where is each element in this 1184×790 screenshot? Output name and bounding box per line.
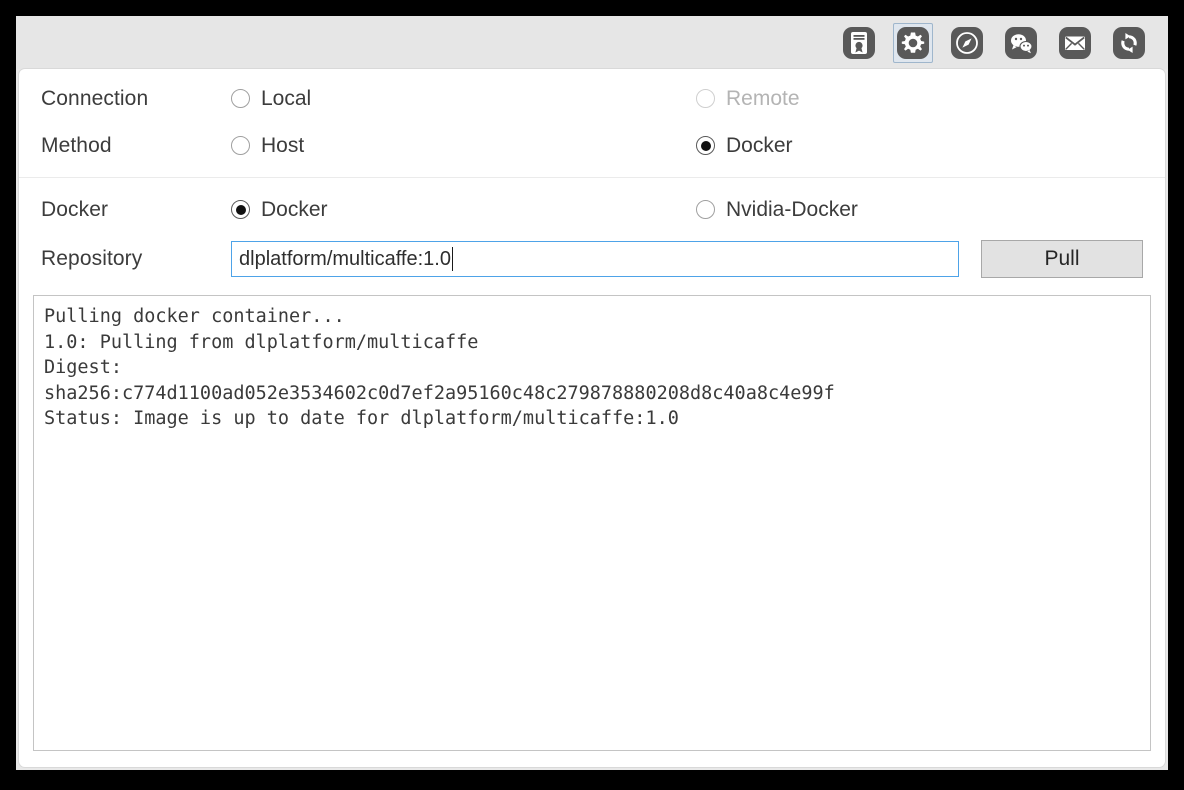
- radio-method-docker[interactable]: [696, 136, 715, 155]
- method-option-host[interactable]: Host: [231, 134, 696, 158]
- radio-method-docker-label: Docker: [726, 134, 793, 158]
- radio-docker-label: Docker: [261, 198, 328, 222]
- connection-label: Connection: [41, 87, 231, 111]
- repository-input[interactable]: dlplatform/multicaffe:1.0: [231, 241, 959, 277]
- connection-option-local[interactable]: Local: [231, 87, 696, 111]
- gear-icon: [896, 26, 930, 60]
- connection-option-remote: Remote: [696, 87, 1161, 111]
- section-separator-wrap: [19, 169, 1165, 182]
- envelope-icon: [1058, 26, 1092, 60]
- connection-row: Connection Local Remote: [41, 75, 1143, 122]
- certificate-icon: [842, 26, 876, 60]
- pull-button[interactable]: Pull: [981, 240, 1143, 278]
- radio-remote: [696, 89, 715, 108]
- connection-section: Connection Local Remote Method Host: [19, 69, 1165, 169]
- method-row: Method Host Docker: [41, 122, 1143, 169]
- docker-label: Docker: [41, 198, 231, 222]
- toolbar-icon-group: [839, 23, 1149, 63]
- chat-bubbles-icon: [1004, 26, 1038, 60]
- toolbar-button-license[interactable]: [839, 23, 879, 63]
- radio-nvidia-docker[interactable]: [696, 200, 715, 219]
- docker-option-docker[interactable]: Docker: [231, 198, 696, 222]
- text-caret: [452, 247, 453, 271]
- refresh-icon: [1112, 26, 1146, 60]
- radio-host-label: Host: [261, 134, 304, 158]
- docker-row: Docker Docker Nvidia-Docker: [41, 186, 1143, 233]
- radio-local[interactable]: [231, 89, 250, 108]
- toolbar-button-browser[interactable]: [947, 23, 987, 63]
- settings-card: Connection Local Remote Method Host: [19, 69, 1165, 767]
- radio-remote-label: Remote: [726, 87, 800, 111]
- section-divider: [19, 177, 1165, 178]
- method-option-docker[interactable]: Docker: [696, 134, 1161, 158]
- toolbar-button-mail[interactable]: [1055, 23, 1095, 63]
- radio-nvidia-docker-label: Nvidia-Docker: [726, 198, 858, 222]
- log-output-panel[interactable]: Pulling docker container... 1.0: Pulling…: [33, 295, 1151, 751]
- method-label: Method: [41, 134, 231, 158]
- radio-local-label: Local: [261, 87, 311, 111]
- toolbar-button-settings[interactable]: [893, 23, 933, 63]
- toolbar: [16, 16, 1168, 69]
- repository-label: Repository: [41, 247, 231, 271]
- radio-docker[interactable]: [231, 200, 250, 219]
- docker-option-nvidia-docker[interactable]: Nvidia-Docker: [696, 198, 1161, 222]
- log-output-text: Pulling docker container... 1.0: Pulling…: [44, 304, 1140, 432]
- repository-row: Repository dlplatform/multicaffe:1.0 Pul…: [41, 233, 1143, 285]
- toolbar-button-sync[interactable]: [1109, 23, 1149, 63]
- application-window: Connection Local Remote Method Host: [16, 16, 1168, 770]
- docker-section: Docker Docker Nvidia-Docker Repository d…: [19, 182, 1165, 285]
- toolbar-button-chat[interactable]: [1001, 23, 1041, 63]
- repository-input-value: dlplatform/multicaffe:1.0: [239, 248, 451, 271]
- compass-icon: [950, 26, 984, 60]
- radio-host[interactable]: [231, 136, 250, 155]
